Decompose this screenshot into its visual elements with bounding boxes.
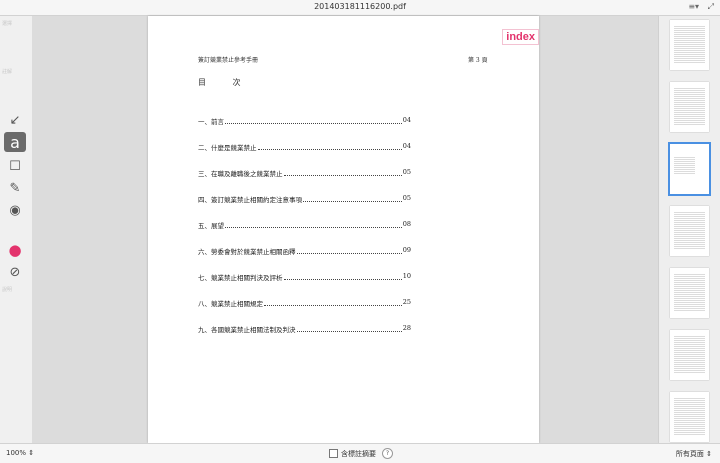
page-thumbnail[interactable] [670,268,709,318]
help-icon[interactable]: ? [382,448,393,459]
toc-entry: 四、簽訂競業禁止相關約定注意事項 05 [198,194,411,204]
bottom-bar: 100% ⇕ 含標註摘要 ? 所有頁面 ⇕ [0,443,720,463]
toc-entry: 八、競業禁止相關規定 25 [198,298,411,308]
thumbnail-sidebar[interactable] [658,16,720,443]
list-icon[interactable]: ≡▾ [688,2,699,11]
document-canvas[interactable]: index 簽訂競業禁止參考手冊 第 3 頁 目 次 一、前言 04 二、什麼是競… [32,16,658,443]
page-number: 第 3 頁 [468,57,488,64]
arrow-tool-icon[interactable]: ↙ [4,110,26,130]
eye-tool-icon[interactable]: ◉ [4,200,26,220]
text-tool-icon[interactable]: a [4,132,26,152]
title-bar: 201403181116200.pdf ≡▾ ⤢ [0,0,720,16]
page-thumbnail-selected[interactable] [668,142,711,196]
fullscreen-icon[interactable]: ⤢ [708,2,714,11]
rectangle-tool-icon[interactable]: ☐ [4,156,26,176]
include-comments-checkbox[interactable] [329,449,338,458]
toc-entry: 七、競業禁止相關判決及評析 10 [198,272,411,282]
pen-tool-icon[interactable]: ✎ [4,178,26,198]
pages-select[interactable]: 所有頁面 ⇕ [676,449,712,459]
ghost-text: 說明 [2,287,13,293]
toc-entry: 五、展望 08 [198,220,411,230]
zoom-select[interactable]: 100% ⇕ [6,449,34,457]
page-thumbnail[interactable] [670,20,709,70]
page-thumbnail[interactable] [670,206,709,256]
toc-title: 目 次 [198,78,253,87]
window-title: 201403181116200.pdf [314,2,406,11]
index-tag[interactable]: index [502,29,539,45]
page-thumbnail[interactable] [670,330,709,380]
ghost-text: 註解 [2,69,13,75]
toc-entry: 一、前言 04 [198,116,411,126]
toc-entry: 九、各國競業禁止相關法制及判決 28 [198,324,411,334]
toc-entry: 三、在職及離職後之競業禁止 05 [198,168,411,178]
ghost-text: 選擇 [2,21,13,27]
toc-entry: 六、勞委會對於競業禁止相關函釋 09 [198,246,411,256]
color-picker-icon[interactable]: ● [4,240,26,260]
pdf-page[interactable]: index 簽訂競業禁止參考手冊 第 3 頁 目 次 一、前言 04 二、什麼是競… [148,16,539,443]
page-thumbnail[interactable] [670,82,709,132]
page-thumbnail[interactable] [670,392,709,442]
include-comments-toggle[interactable]: 含標註摘要 ? [329,448,393,459]
page-header: 簽訂競業禁止參考手冊 [198,57,259,64]
include-comments-label: 含標註摘要 [341,449,376,458]
stroke-width-icon[interactable]: ⊘ [4,262,26,282]
toc-entry: 二、什麼是競業禁止 04 [198,142,411,152]
annotation-toolbar: 選擇 註解 說明 ↙ a ☐ ✎ ◉ ● ⊘ [0,16,32,443]
